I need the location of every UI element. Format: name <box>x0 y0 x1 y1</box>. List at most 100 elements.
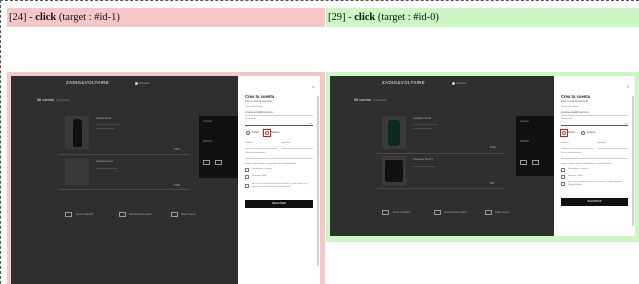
step-target: (target : #id-0) <box>377 12 439 23</box>
screenshot: ZADIG&VOLTAIRE España MI carrito (2 artíc… <box>11 76 320 284</box>
legal-text: Al crear mi cuenta acepto los términos y… <box>252 183 308 188</box>
birth-date-field[interactable]: Fecha de nacimiento <box>561 152 581 154</box>
product-price: €85 <box>490 182 495 185</box>
radio-label: Señora <box>271 131 280 134</box>
radio-senor[interactable] <box>246 131 250 135</box>
checkbox-terms[interactable] <box>561 182 565 186</box>
step-action: click <box>35 12 57 23</box>
return-icon <box>434 210 441 215</box>
screenshot: ZADIG&VOLTAIRE España MI carrito (2 artíc… <box>330 76 635 236</box>
globe-icon <box>135 81 138 85</box>
checkbox-newsletter[interactable] <box>561 168 565 172</box>
close-icon[interactable]: × <box>627 84 629 89</box>
first-name-field[interactable]: Nombre <box>245 142 253 144</box>
country-label: España <box>456 81 467 85</box>
modal-title: Crea tu cuenta <box>245 94 275 99</box>
product-detail <box>413 166 435 167</box>
cart-title-label: MI carrito <box>37 98 55 102</box>
footer-item: Devoluciones gratis <box>444 211 467 214</box>
checkout-button[interactable]: PEDIDO <box>203 140 212 143</box>
product-name[interactable]: Sudadera Aran <box>96 160 113 163</box>
product-detail <box>413 124 438 125</box>
card-icon <box>532 160 539 165</box>
cardigan-image <box>388 120 400 146</box>
country-selector[interactable]: España <box>135 81 150 85</box>
divider <box>376 188 504 189</box>
country-selector[interactable]: España <box>452 81 467 85</box>
modal-scrollbar[interactable] <box>632 96 634 226</box>
brand-logo: ZADIG&VOLTAIRE <box>382 80 425 85</box>
submit-button[interactable]: REGISTRAR <box>245 200 313 208</box>
lock-icon <box>171 212 178 217</box>
close-icon[interactable]: × <box>312 84 314 89</box>
modal-title: Crea tu cuenta <box>561 94 591 99</box>
cart-count: (2 artículos) <box>373 99 387 102</box>
modal-scrollbar[interactable] <box>317 96 319 266</box>
product-thumbnail[interactable] <box>382 116 406 149</box>
birth-date-field[interactable]: Fecha de nacimiento <box>245 152 265 154</box>
field-underline <box>245 158 313 159</box>
radio-senora[interactable] <box>581 131 585 135</box>
step-action: click <box>354 12 376 23</box>
field-underline <box>561 158 628 159</box>
truck-icon <box>382 210 389 215</box>
cart-count: (2 artículos) <box>56 99 70 102</box>
product-thumbnail[interactable] <box>65 116 89 149</box>
password-label: Contraseña <box>561 118 573 120</box>
checkout-button[interactable]: PEDIDO <box>520 140 529 143</box>
country-label: España <box>139 81 150 85</box>
product-detail <box>96 124 121 125</box>
globe-icon <box>452 81 455 85</box>
email-field[interactable]: prueba.email@mail.com <box>245 111 273 114</box>
product-name[interactable]: Cárdigan Verde <box>413 117 431 120</box>
checkbox-newsletter[interactable] <box>245 168 249 172</box>
divider <box>59 189 189 190</box>
cart-title: MI carrito (2 artículos) <box>37 98 70 102</box>
show-password-icon[interactable]: ◉ <box>625 122 627 125</box>
product-name[interactable]: Vestido Rose <box>96 117 111 120</box>
show-password-icon[interactable]: ◉ <box>310 122 312 125</box>
consent-text: Deseo recibir ofertas y novedades de Zad… <box>245 163 297 165</box>
product-price: €298 <box>490 146 496 149</box>
truck-icon <box>65 212 72 217</box>
product-detail <box>96 128 114 129</box>
order-summary: Subtotal PEDIDO <box>516 116 559 176</box>
checkbox-sms[interactable] <box>561 175 565 179</box>
order-summary: Subtotal PEDIDO <box>199 116 243 178</box>
last-name-field[interactable]: Apellido <box>598 142 606 144</box>
submit-button[interactable]: REGISTRAR <box>561 198 628 206</box>
cart-title-label: MI carrito <box>354 98 372 102</box>
footer-item: Pago seguro <box>181 213 196 216</box>
password-field[interactable] <box>561 125 628 126</box>
footer-item: Envío estándar <box>393 211 411 214</box>
click-target-highlight <box>263 129 271 137</box>
dimmed-page-overlay[interactable] <box>11 76 243 284</box>
subtotal-label: Subtotal <box>520 120 529 123</box>
password-field[interactable] <box>245 125 313 126</box>
legal-text: Al crear mi cuenta acepto los términos y… <box>568 181 623 186</box>
footer-item: Devoluciones gratis <box>129 213 152 216</box>
email-field[interactable]: prueba.email@mail.com <box>561 111 589 114</box>
dress-image <box>73 119 82 147</box>
divider <box>376 153 504 154</box>
create-account-modal: × Crea tu cuenta Con tu cuenta personal … <box>238 76 320 284</box>
product-thumbnail[interactable] <box>65 158 89 185</box>
field-underline <box>561 115 628 116</box>
first-name-field[interactable]: Nombre <box>561 142 569 144</box>
step-panel-left: [24] - click (target : #id-1) ZADIG&VOLT… <box>7 8 325 284</box>
last-name-field[interactable]: Apellido <box>282 142 290 144</box>
subtotal-label: Subtotal <box>203 120 212 123</box>
consent-text: Deseo recibir ofertas y novedades de Zad… <box>561 163 613 165</box>
field-underline <box>598 148 628 149</box>
product-detail <box>413 128 431 129</box>
email-label: Correo electrónico <box>245 106 263 108</box>
product-thumbnail[interactable] <box>382 156 406 186</box>
checkbox-sms[interactable] <box>245 175 249 179</box>
checkbox-terms[interactable] <box>245 184 249 188</box>
card-icon <box>520 160 527 165</box>
field-underline <box>561 148 593 149</box>
product-name[interactable]: Camiseta Tommy <box>413 158 433 161</box>
password-label: Contraseña <box>245 118 257 120</box>
checkbox-label: Mensajes SMS <box>568 175 583 177</box>
radio-label: Señor <box>568 131 575 134</box>
